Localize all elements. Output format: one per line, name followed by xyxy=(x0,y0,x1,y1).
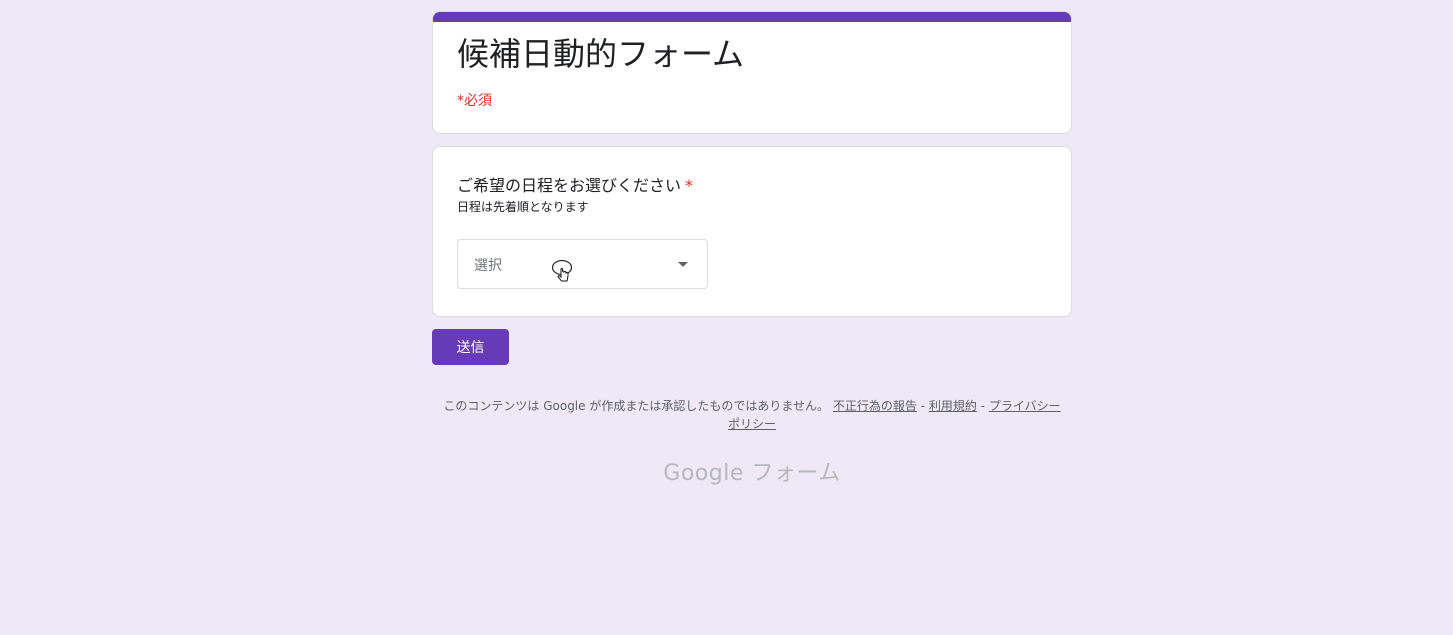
question-description: 日程は先着順となります xyxy=(457,200,589,214)
form-title: 候補日動的フォーム xyxy=(457,35,745,73)
dropdown-value: 選択 xyxy=(474,258,502,274)
google-forms-logo[interactable]: Google フォーム xyxy=(432,455,1072,487)
form-container: 候補日動的フォーム *必須 ご希望の日程をお選びください * 日程は先着順となりま… xyxy=(432,11,1072,487)
required-asterisk: * xyxy=(685,176,694,195)
question-title-text: ご希望の日程をお選びください xyxy=(457,176,682,195)
terms-link[interactable]: 利用規約 xyxy=(929,399,977,413)
footer-separator: - xyxy=(980,399,986,413)
form-header-card: 候補日動的フォーム *必須 xyxy=(432,11,1072,134)
header-accent-stripe xyxy=(433,12,1071,22)
required-note: *必須 xyxy=(457,93,492,109)
report-abuse-link[interactable]: 不正行為の報告 xyxy=(833,399,917,413)
submit-button[interactable]: 送信 xyxy=(432,329,509,365)
date-dropdown[interactable]: 選択 xyxy=(457,239,708,289)
question-card: ご希望の日程をお選びください * 日程は先着順となります 選択 xyxy=(432,146,1072,317)
footer: このコンテンツは Google が作成または承認したものではありません。 不正行… xyxy=(432,397,1072,433)
question-title: ご希望の日程をお選びください * xyxy=(457,172,693,196)
dropdown-arrow-icon xyxy=(678,262,688,267)
footer-disclaimer: このコンテンツは Google が作成または承認したものではありません。 xyxy=(443,399,829,413)
footer-separator: - xyxy=(920,399,925,413)
hand-pointer-cursor-icon xyxy=(552,260,572,282)
